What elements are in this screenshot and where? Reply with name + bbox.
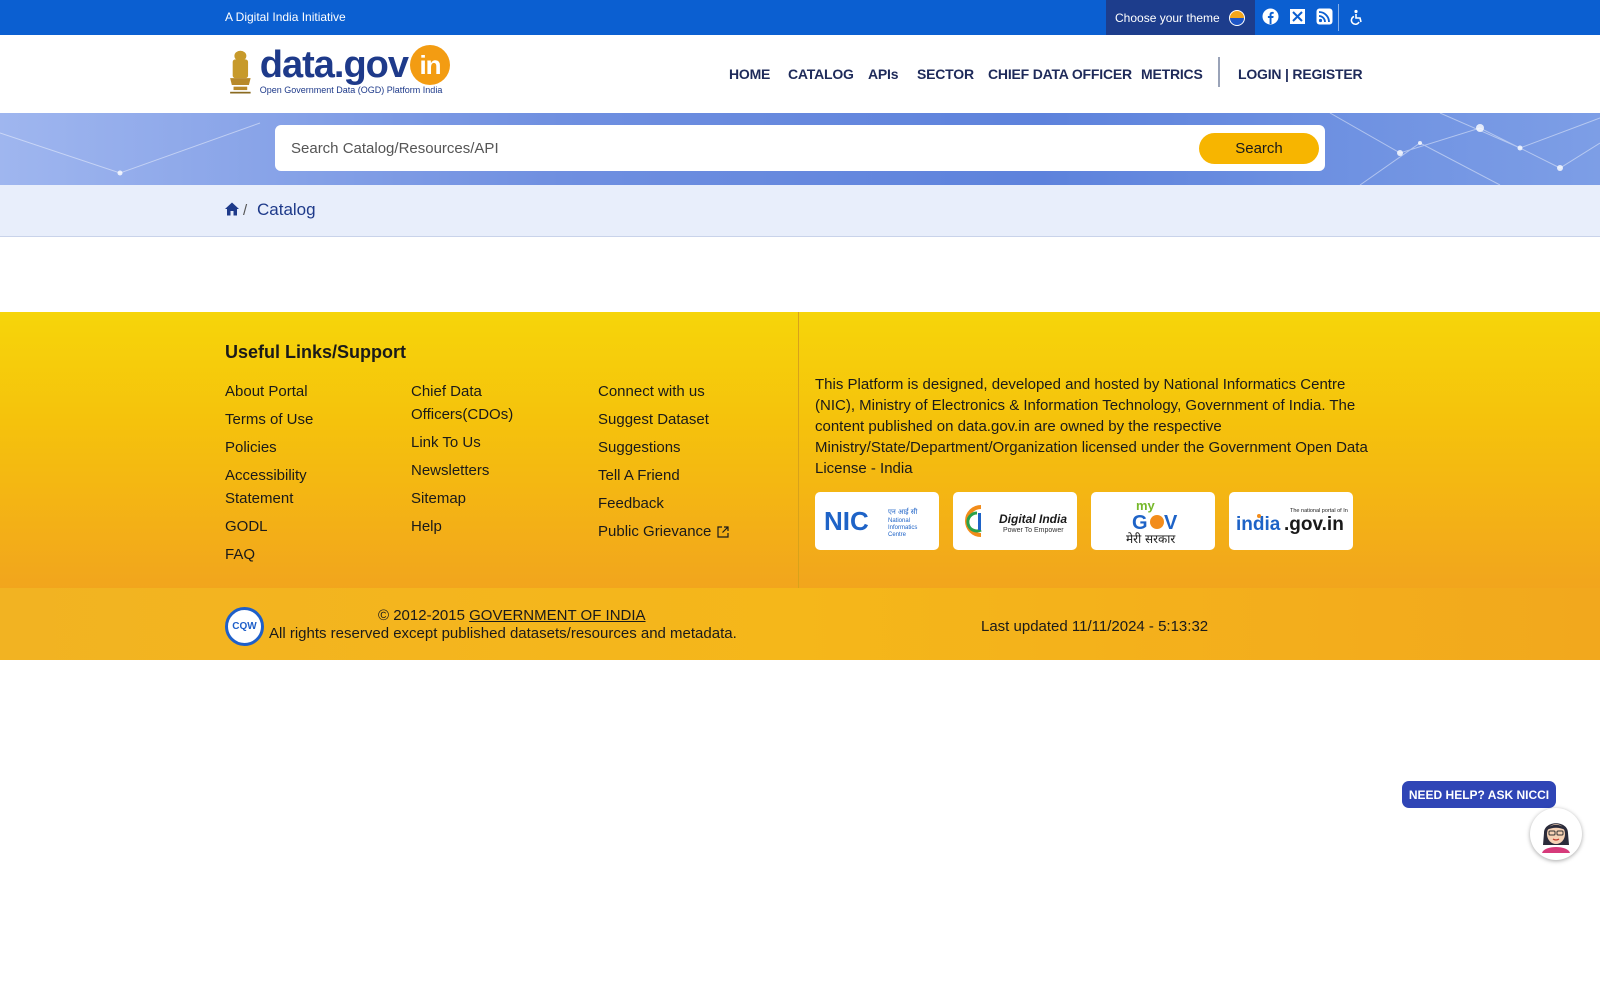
site-header: data.gov in Open Government Data (OGD) P… xyxy=(0,35,1600,113)
copyright-prefix: © 2012-2015 xyxy=(378,607,465,624)
partner-logos: NIC एन आई सी National Informatics Centre… xyxy=(815,492,1353,550)
nav-divider xyxy=(1218,57,1220,87)
link-chief-data-officers[interactable]: Chief Data Officers(CDOs) xyxy=(411,380,521,426)
footer-divider xyxy=(798,312,799,588)
logo-wordmark: data.gov in xyxy=(260,43,450,87)
link-feedback[interactable]: Feedback xyxy=(598,492,778,515)
logo-in-badge: in xyxy=(410,45,450,85)
link-policies[interactable]: Policies xyxy=(225,436,375,459)
site-footer: Useful Links/Support About Portal Terms … xyxy=(0,312,1600,588)
mygov-logo[interactable]: my G V मेरी सरकार xyxy=(1091,492,1215,550)
svg-text:Power To Empower: Power To Empower xyxy=(1003,527,1064,534)
logo-main-text: data.gov xyxy=(259,44,409,86)
footer-links-col2: Chief Data Officers(CDOs) Link To Us New… xyxy=(411,380,551,543)
svg-text:my: my xyxy=(1136,498,1156,513)
link-connect-with-us[interactable]: Connect with us xyxy=(598,380,778,403)
svg-text:Digital India: Digital India xyxy=(999,512,1067,526)
link-suggestions[interactable]: Suggestions xyxy=(598,436,778,459)
footer-links-col3: Connect with us Suggest Dataset Suggesti… xyxy=(598,380,778,548)
search-box: Search xyxy=(275,125,1325,171)
site-logo[interactable]: data.gov in Open Government Data (OGD) P… xyxy=(225,43,450,105)
chatbot-avatar-icon[interactable] xyxy=(1530,808,1582,860)
svg-text:Informatics: Informatics xyxy=(888,525,917,531)
accessibility-icon[interactable] xyxy=(1348,9,1365,26)
nav-sector[interactable]: SECTOR xyxy=(917,66,974,82)
home-icon[interactable] xyxy=(224,201,240,217)
svg-text:एन आई सी: एन आई सी xyxy=(888,507,918,516)
nav-chief-data-officer[interactable]: CHIEF DATA OFFICER xyxy=(988,66,1132,82)
search-button[interactable]: Search xyxy=(1199,133,1319,164)
link-public-grievance[interactable]: Public Grievance xyxy=(598,520,778,543)
link-about-portal[interactable]: About Portal xyxy=(225,380,375,403)
rights-reserved-text: All rights reserved except published dat… xyxy=(269,625,737,642)
chatbot-help-button[interactable]: NEED HELP? ASK NICCI xyxy=(1402,781,1556,808)
search-input[interactable] xyxy=(291,125,1171,171)
search-banner: Search xyxy=(0,113,1600,185)
india-gov-portal-logo[interactable]: The national portal of India india .gov.… xyxy=(1229,492,1353,550)
nav-metrics[interactable]: METRICS xyxy=(1141,66,1203,82)
top-bar: A Digital India Initiative Choose your t… xyxy=(0,0,1600,35)
breadcrumb-separator: / xyxy=(243,202,248,219)
copyright-bar: CQW © 2012-2015 GOVERNMENT OF INDIA All … xyxy=(0,588,1600,660)
svg-text:.gov.in: .gov.in xyxy=(1284,514,1344,535)
link-link-to-us[interactable]: Link To Us xyxy=(411,431,551,454)
x-icon[interactable] xyxy=(1289,8,1306,25)
svg-text:V: V xyxy=(1164,512,1178,534)
cqw-certification-badge: CQW xyxy=(225,607,264,646)
national-emblem-icon xyxy=(230,50,251,94)
theme-chooser-label: Choose your theme xyxy=(1115,10,1220,25)
svg-text:NIC: NIC xyxy=(824,506,869,536)
nav-catalog[interactable]: CATALOG xyxy=(788,66,854,82)
link-suggest-dataset[interactable]: Suggest Dataset xyxy=(598,408,778,431)
theme-chooser[interactable]: Choose your theme xyxy=(1106,0,1255,35)
svg-text:मेरी सरकार: मेरी सरकार xyxy=(1126,532,1176,546)
rss-icon[interactable] xyxy=(1316,8,1333,25)
breadcrumb: / Catalog xyxy=(0,185,1600,237)
svg-text:National: National xyxy=(888,518,910,524)
svg-text:Centre: Centre xyxy=(888,532,907,538)
link-terms-of-use[interactable]: Terms of Use xyxy=(225,408,375,431)
theme-icon[interactable] xyxy=(1228,9,1245,26)
copyright-line: © 2012-2015 GOVERNMENT OF INDIA xyxy=(378,607,646,624)
nic-logo[interactable]: NIC एन आई सी National Informatics Centre xyxy=(815,492,939,550)
facebook-icon[interactable] xyxy=(1262,8,1279,25)
svg-text:G: G xyxy=(1132,512,1148,534)
link-newsletters[interactable]: Newsletters xyxy=(411,459,551,482)
logo-subtitle: Open Government Data (OGD) Platform Indi… xyxy=(259,85,443,95)
nav-apis[interactable]: APIs xyxy=(868,66,899,82)
nav-home[interactable]: HOME xyxy=(729,66,770,82)
government-of-india-link[interactable]: GOVERNMENT OF INDIA xyxy=(469,607,645,624)
link-sitemap[interactable]: Sitemap xyxy=(411,487,551,510)
link-help[interactable]: Help xyxy=(411,515,551,538)
footer-links-col1: About Portal Terms of Use Policies Acces… xyxy=(225,380,375,571)
last-updated-text: Last updated 11/11/2024 - 5:13:32 xyxy=(981,618,1209,635)
topbar-divider xyxy=(1338,4,1339,31)
link-tell-a-friend[interactable]: Tell A Friend xyxy=(598,464,778,487)
platform-about-text: This Platform is designed, developed and… xyxy=(815,376,1368,477)
digital-india-logo[interactable]: Digital India Power To Empower xyxy=(953,492,1077,550)
social-links xyxy=(1262,8,1333,25)
link-faq[interactable]: FAQ xyxy=(225,543,375,566)
breadcrumb-current: Catalog xyxy=(257,200,316,219)
link-godl[interactable]: GODL xyxy=(225,515,375,538)
link-public-grievance-label: Public Grievance xyxy=(598,523,712,540)
login-register-link[interactable]: LOGIN | REGISTER xyxy=(1238,66,1363,82)
external-link-icon xyxy=(717,525,729,538)
link-accessibility-statement[interactable]: Accessibility Statement xyxy=(225,464,335,510)
digital-india-initiative-text: A Digital India Initiative xyxy=(225,10,346,24)
footer-heading: Useful Links/Support xyxy=(225,342,407,362)
